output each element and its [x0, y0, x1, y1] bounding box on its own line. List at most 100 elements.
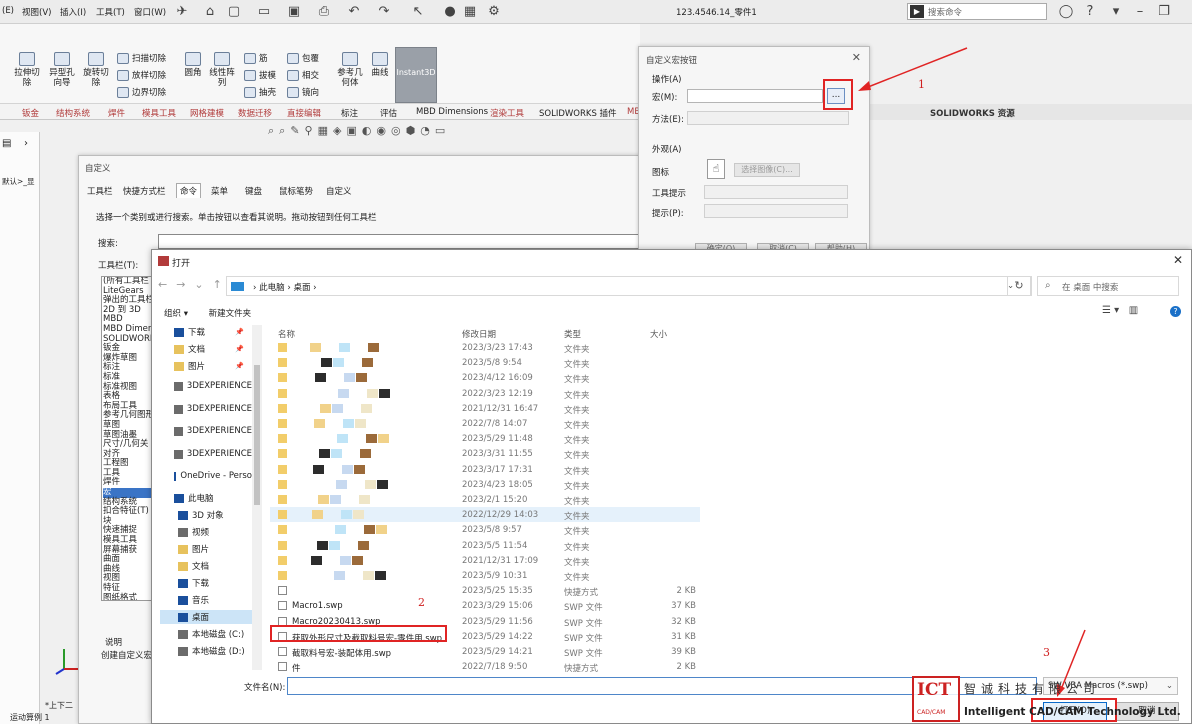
file-row[interactable]: 2023/3/17 17:31 文件夹 [270, 462, 700, 477]
address-bar[interactable]: › 此电脑 › 桌面 › ⌄ [226, 276, 1032, 296]
nav-item[interactable]: 3D 对象 [160, 508, 252, 522]
restore-icon[interactable]: ❐ [1156, 4, 1172, 20]
command-search-input[interactable]: ▶ 搜索命令 [907, 3, 1047, 20]
intersect-button[interactable]: 相交 [287, 69, 319, 81]
tab-structure-system[interactable]: 结构系统 [56, 107, 90, 119]
nav-item[interactable]: 3DEXPERIENCE [160, 447, 252, 461]
file-row[interactable]: 2023/2/1 15:20 文件夹 [270, 492, 700, 507]
rebuild-icon[interactable]: ▦ [462, 4, 478, 20]
open-folder-icon[interactable]: ▭ [256, 4, 272, 20]
save-icon[interactable]: ▣ [286, 4, 302, 20]
organize-button[interactable]: 组织 ▾ [164, 309, 188, 319]
tab-mesh-modeling[interactable]: 网格建模 [190, 107, 224, 119]
nav-item[interactable]: 图片 📌 [160, 359, 252, 373]
wrap-button[interactable]: 包覆 [287, 52, 319, 64]
chevron-right-icon[interactable]: › [24, 138, 28, 149]
tab-toolbars[interactable]: 工具栏 [87, 185, 113, 197]
nav-item[interactable]: 文档 [160, 559, 252, 573]
search-desktop-input[interactable]: ⌕ 在 桌面 中搜索 [1037, 276, 1179, 296]
pin-icon[interactable]: 📌 [235, 328, 244, 336]
linear-pattern-button[interactable]: 线性阵列 [208, 52, 236, 88]
file-row[interactable]: 件 2022/7/18 9:50 快捷方式 2 KB [270, 659, 700, 674]
expand-icon[interactable]: ▾ [1108, 4, 1124, 20]
breadcrumb-desktop[interactable]: 桌面 [293, 283, 310, 293]
tab-evaluate[interactable]: 评估 [380, 107, 397, 119]
column-date-modified[interactable]: 修改日期 [462, 328, 496, 340]
tab-direct-editing[interactable]: 直接编辑 [287, 107, 321, 119]
refresh-icon[interactable]: ↻ [1007, 276, 1031, 296]
scrollbar-thumb[interactable] [254, 365, 260, 505]
method-select[interactable] [687, 111, 849, 125]
column-type[interactable]: 类型 [564, 328, 581, 340]
boundary-cut-button[interactable]: 边界切除 [117, 86, 166, 98]
customize-search-input[interactable] [158, 234, 648, 249]
rib-button[interactable]: 筋 [244, 52, 268, 64]
redo-icon[interactable]: ↷ [376, 4, 392, 20]
macro-path-input[interactable] [687, 89, 823, 103]
heads-up-view-toolbar[interactable]: ⌕⌕✎⚲▦◈▣◐◉◎⬢◔▭ [268, 124, 528, 140]
user-icon[interactable]: ◯ [1058, 4, 1074, 20]
tooltip-input[interactable] [704, 185, 848, 199]
file-row[interactable]: 2023/4/12 16:09 文件夹 [270, 370, 700, 385]
nav-item[interactable]: 图片 [160, 542, 252, 556]
tab-render-tools[interactable]: 渲染工具 [490, 107, 524, 119]
tab-keyboard[interactable]: 键盘 [245, 185, 262, 197]
help-icon[interactable]: ? [1082, 4, 1098, 20]
navigation-buttons[interactable]: ←→⌄↑ [158, 278, 231, 291]
tab-mbd-dimensions[interactable]: MBD Dimensions [416, 107, 488, 117]
category-list[interactable]: (所有工具栏 LiteGears 弹出的工具栏 2D 到 3D MBD MBD Dimen… [101, 276, 157, 601]
file-row[interactable]: 2022/3/23 12:19 文件夹 [270, 386, 700, 401]
draft-button[interactable]: 拔模 [244, 69, 276, 81]
new-folder-button[interactable]: 新建文件夹 [209, 309, 252, 319]
file-row[interactable]: 2023/4/23 18:05 文件夹 [270, 477, 700, 492]
traffic-light-icon[interactable]: ● [442, 4, 458, 20]
tab-sheet-metal[interactable]: 钣金 [22, 107, 39, 119]
tab-shortcut-bars[interactable]: 快捷方式栏 [123, 185, 166, 197]
nav-item[interactable]: 音乐 [160, 593, 252, 607]
select-icon[interactable]: ↖ [410, 4, 426, 20]
tab-mold-tools[interactable]: 模具工具 [142, 107, 176, 119]
column-size[interactable]: 大小 [650, 328, 667, 340]
nav-item[interactable]: 文档 📌 [160, 342, 252, 356]
nav-item[interactable]: 下载 [160, 576, 252, 590]
file-row[interactable]: 2023/5/25 15:35 快捷方式 2 KB [270, 583, 700, 598]
menu-edit[interactable]: (E) [2, 6, 14, 16]
nav-item[interactable]: 视频 [160, 525, 252, 539]
pin-icon[interactable]: 📌 [235, 345, 244, 353]
tab-data-migration[interactable]: 数据迁移 [238, 107, 272, 119]
nav-item[interactable]: 此电脑 [160, 491, 252, 505]
file-row[interactable]: 2023/5/5 11:54 文件夹 [270, 538, 700, 553]
file-row[interactable]: 2023/5/8 9:57 文件夹 [270, 522, 700, 537]
menu-view[interactable]: 视图(V) [22, 6, 51, 18]
revolved-cut-button[interactable]: 旋转切除 [80, 52, 112, 88]
new-document-icon[interactable]: ▢ [226, 4, 242, 20]
curves-button[interactable]: 曲线 [368, 52, 392, 78]
file-row[interactable]: 2023/5/8 9:54 文件夹 [270, 355, 700, 370]
undo-icon[interactable]: ↶ [346, 4, 362, 20]
hole-wizard-button[interactable]: 异型孔向导 [46, 52, 78, 88]
close-icon[interactable]: ✕ [1173, 253, 1183, 267]
navigation-scrollbar[interactable] [252, 325, 262, 670]
pin-icon[interactable]: ✈ [174, 4, 190, 20]
minimize-icon[interactable]: – [1132, 4, 1148, 20]
home-icon[interactable]: ⌂ [202, 4, 218, 20]
tab-markup[interactable]: 标注 [341, 107, 358, 119]
file-row[interactable]: 2023/3/23 17:43 文件夹 [270, 340, 700, 355]
help-icon[interactable]: ? [1170, 306, 1181, 317]
column-name[interactable]: 名称 [278, 328, 295, 340]
file-row[interactable]: 2022/12/29 14:03 文件夹 [270, 507, 700, 523]
file-row[interactable]: 2021/12/31 17:09 文件夹 [270, 553, 700, 568]
choose-image-button[interactable]: 选择图像(C)... [734, 163, 800, 177]
nav-item[interactable]: 3DEXPERIENCE [160, 379, 252, 393]
print-icon[interactable]: ⎙ [316, 4, 332, 20]
menu-tools[interactable]: 工具(T) [96, 6, 125, 18]
instant3d-button[interactable]: Instant3D [395, 47, 437, 103]
nav-item[interactable]: 3DEXPERIENCE [160, 424, 252, 438]
file-row[interactable]: Macro1.swp 2023/3/29 15:06 SWP 文件 37 KB [270, 598, 700, 613]
nav-item[interactable]: 本地磁盘 (C:) [160, 627, 252, 641]
reference-geometry-button[interactable]: 参考几何体 [335, 52, 365, 88]
mirror-button[interactable]: 镜向 [287, 86, 319, 98]
tab-mouse-gestures[interactable]: 鼠标笔势 [279, 185, 313, 197]
options-gear-icon[interactable]: ⚙ [486, 4, 502, 20]
file-row[interactable]: 2022/7/8 14:07 文件夹 [270, 416, 700, 431]
